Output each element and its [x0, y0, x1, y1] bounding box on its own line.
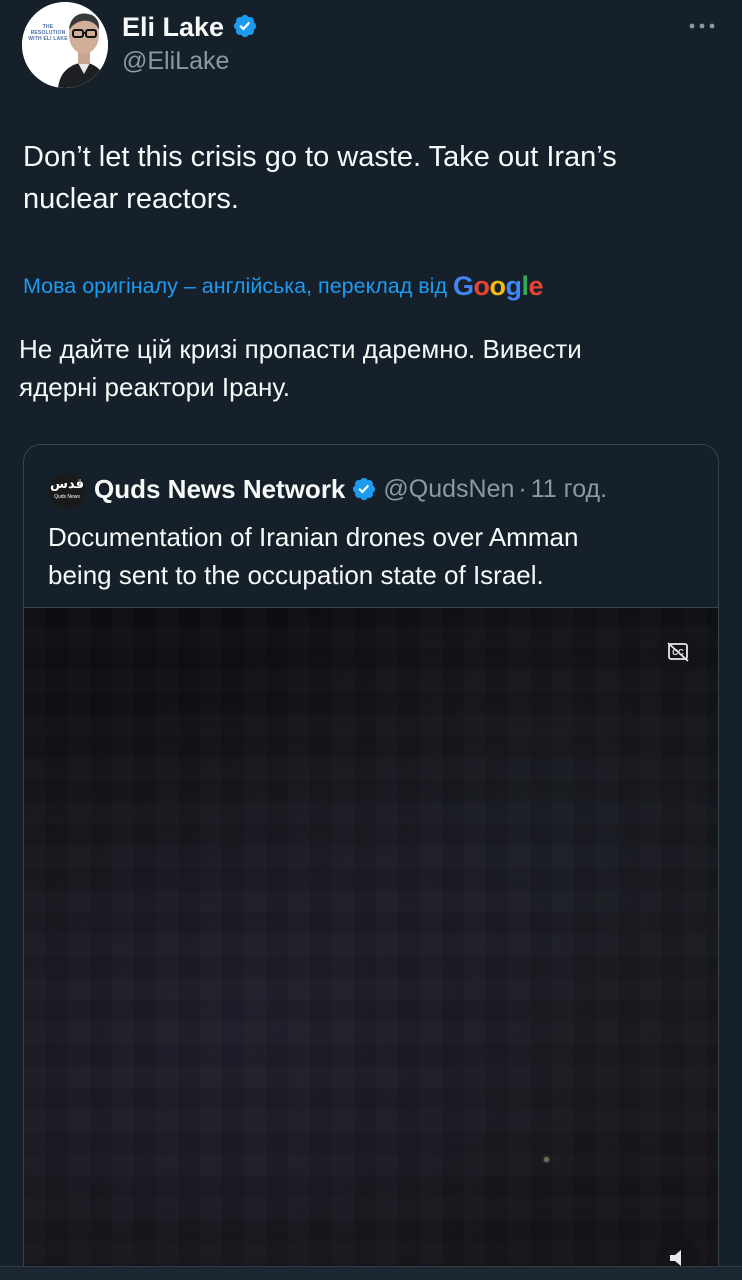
video-player[interactable]: CC: [24, 607, 718, 1280]
author-avatar[interactable]: THE RESOLUTION WITH ELI LAKE: [22, 2, 108, 88]
verified-badge-icon: [353, 477, 376, 501]
avatar-portrait: [22, 2, 108, 88]
captions-off-button[interactable]: CC: [656, 630, 700, 674]
quote-author-name[interactable]: Quds News Network: [94, 474, 345, 504]
quote-avatar-arabic-text: قدس: [50, 477, 84, 492]
quote-timestamp[interactable]: 11 год.: [531, 475, 607, 503]
tweet-text: Don’t let this crisis go to waste. Take …: [23, 141, 617, 215]
translation-label[interactable]: Мова оригіналу – англійська, переклад ві…: [23, 274, 447, 298]
drone-light: [544, 1157, 549, 1162]
tweet-detail-page: THE RESOLUTION WITH ELI LAKE Eli Lake @E…: [0, 0, 742, 1280]
translation-attribution: Мова оригіналу – англійська, переклад ві…: [23, 268, 723, 304]
translated-text: Не дайте цій кризі пропасти даремно. Вив…: [19, 334, 582, 402]
quote-text: Documentation of Iranian drones over Amm…: [48, 522, 579, 590]
quote-separator: ·: [518, 475, 527, 503]
bottom-toolbar-edge: [0, 1266, 742, 1280]
quoted-tweet-card[interactable]: قدس Quds News Quds News Network @QudsNen…: [23, 444, 719, 1280]
video-frame: [24, 608, 718, 1280]
quote-avatar-latin-text: Quds News: [54, 494, 80, 500]
quote-header: Quds News Network @QudsNen · 11 год.: [94, 471, 607, 507]
google-logo: Google: [453, 271, 544, 301]
quote-author-handle[interactable]: @QudsNen: [383, 475, 514, 503]
verified-badge-icon: [233, 14, 257, 38]
author-name[interactable]: Eli Lake: [122, 10, 224, 44]
captions-off-icon: CC: [667, 642, 689, 662]
author-handle[interactable]: @EliLake: [122, 45, 229, 77]
quote-author-avatar[interactable]: قدس Quds News: [49, 473, 85, 509]
avatar-logo-text: THE RESOLUTION WITH ELI LAKE: [28, 24, 68, 42]
more-dots-icon[interactable]: [684, 12, 720, 40]
